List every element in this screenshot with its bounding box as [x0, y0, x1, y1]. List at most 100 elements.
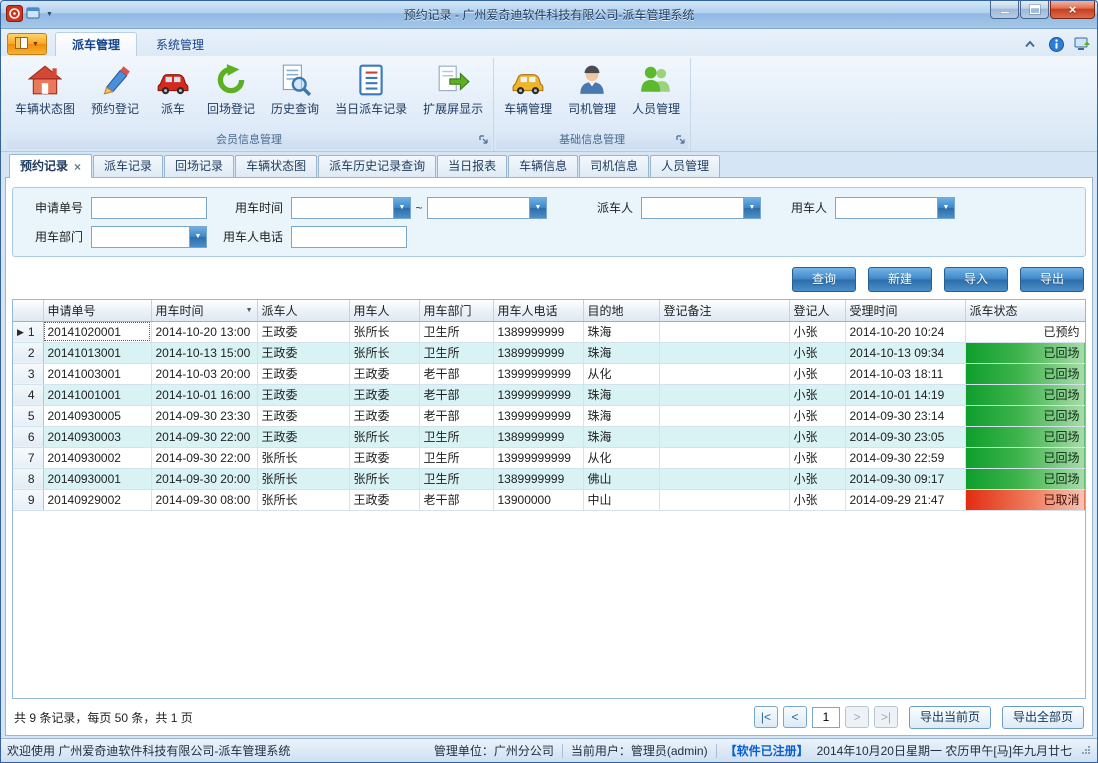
column-header[interactable]: 用车人 [349, 300, 419, 321]
apply-no-input[interactable] [91, 197, 207, 219]
table-cell[interactable] [659, 405, 789, 426]
table-cell[interactable]: 2014-09-30 08:00 [151, 489, 257, 510]
table-cell[interactable]: 张所长 [349, 342, 419, 363]
status-cell[interactable]: 已回场 [965, 447, 1085, 468]
status-cell[interactable]: 已回场 [965, 426, 1085, 447]
chevron-down-icon[interactable]: ▼ [529, 198, 546, 218]
chevron-down-icon[interactable]: ▼ [937, 198, 954, 218]
table-cell[interactable]: 1389999999 [493, 342, 583, 363]
column-header[interactable]: 用车时间▼ [151, 300, 257, 321]
phone-input[interactable] [291, 226, 407, 248]
status-cell[interactable]: 已回场 [965, 405, 1085, 426]
doc-tab[interactable]: 人员管理 [650, 155, 720, 177]
table-cell[interactable]: 卫生所 [419, 321, 493, 342]
table-cell[interactable]: 珠海 [583, 342, 659, 363]
table-cell[interactable]: 从化 [583, 363, 659, 384]
minimize-button[interactable] [990, 1, 1019, 19]
table-cell[interactable]: 张所长 [349, 321, 419, 342]
table-cell[interactable]: 王政委 [349, 447, 419, 468]
column-header[interactable]: 派车状态 [965, 300, 1085, 321]
table-cell[interactable]: 王政委 [349, 384, 419, 405]
table-cell[interactable]: 老干部 [419, 489, 493, 510]
doc-tab[interactable]: 车辆状态图 [235, 155, 317, 177]
table-cell[interactable]: 13999999999 [493, 405, 583, 426]
status-cell[interactable]: 已回场 [965, 342, 1085, 363]
prev-page-button[interactable]: < [783, 706, 807, 728]
table-cell[interactable]: 2014-10-20 10:24 [845, 321, 965, 342]
table-cell[interactable]: 2014-09-30 22:00 [151, 447, 257, 468]
table-cell[interactable]: 2014-10-01 14:19 [845, 384, 965, 405]
screen-switch-icon[interactable] [1073, 36, 1091, 52]
status-cell[interactable]: 已回场 [965, 384, 1085, 405]
ribbon-item[interactable]: 预约登记 [83, 58, 147, 119]
status-cell[interactable]: 已预约 [965, 321, 1085, 342]
close-icon[interactable]: × [74, 161, 81, 173]
export-all-pages-button[interactable]: 导出全部页 [1002, 706, 1084, 729]
group-dialog-launcher-icon[interactable] [478, 134, 489, 150]
table-cell[interactable]: 2014-09-30 23:05 [845, 426, 965, 447]
row-selector-cell[interactable]: 4 [13, 384, 43, 405]
import-button[interactable]: 导入 [944, 267, 1008, 292]
table-cell[interactable]: 2014-09-29 21:47 [845, 489, 965, 510]
table-cell[interactable] [659, 489, 789, 510]
table-cell[interactable]: 小张 [789, 405, 845, 426]
table-cell[interactable] [659, 363, 789, 384]
export-current-page-button[interactable]: 导出当前页 [909, 706, 991, 729]
info-icon[interactable] [1047, 36, 1065, 52]
table-cell[interactable]: 20140930001 [43, 468, 151, 489]
table-cell[interactable]: 13999999999 [493, 384, 583, 405]
table-cell[interactable]: 20140929002 [43, 489, 151, 510]
table-cell[interactable]: 卫生所 [419, 447, 493, 468]
table-cell[interactable]: 2014-10-01 16:00 [151, 384, 257, 405]
table-cell[interactable]: 2014-09-30 23:14 [845, 405, 965, 426]
table-cell[interactable]: 王政委 [349, 363, 419, 384]
page-number-input[interactable] [812, 707, 840, 728]
status-cell[interactable]: 已取消 [965, 489, 1085, 510]
column-header[interactable]: 派车人 [257, 300, 349, 321]
table-cell[interactable]: 小张 [789, 489, 845, 510]
table-cell[interactable]: 王政委 [257, 363, 349, 384]
first-page-button[interactable]: |< [754, 706, 778, 728]
passenger-dropdown[interactable]: ▼ [835, 197, 955, 219]
table-cell[interactable]: 珠海 [583, 405, 659, 426]
table-cell[interactable]: 小张 [789, 363, 845, 384]
table-cell[interactable] [659, 468, 789, 489]
table-cell[interactable]: 张所长 [349, 468, 419, 489]
export-button[interactable]: 导出 [1020, 267, 1084, 292]
table-cell[interactable]: 小张 [789, 426, 845, 447]
table-cell[interactable]: 王政委 [349, 489, 419, 510]
app-menu-button[interactable]: ▼ [7, 33, 47, 55]
column-header[interactable]: 目的地 [583, 300, 659, 321]
qat-window-icon[interactable] [26, 6, 41, 23]
query-button[interactable]: 查询 [792, 267, 856, 292]
table-cell[interactable]: 2014-10-03 20:00 [151, 363, 257, 384]
table-cell[interactable]: 王政委 [257, 384, 349, 405]
row-selector-cell[interactable]: 3 [13, 363, 43, 384]
table-cell[interactable]: 老干部 [419, 363, 493, 384]
table-cell[interactable]: 珠海 [583, 384, 659, 405]
doc-tab[interactable]: 派车记录 [93, 155, 163, 177]
table-cell[interactable]: 从化 [583, 447, 659, 468]
table-cell[interactable] [659, 342, 789, 363]
table-cell[interactable]: 老干部 [419, 384, 493, 405]
row-selector-header[interactable] [13, 300, 43, 321]
ribbon-item[interactable]: 扩展屏显示 [415, 58, 491, 119]
last-page-button[interactable]: >| [874, 706, 898, 728]
table-cell[interactable]: 13999999999 [493, 447, 583, 468]
ribbon-item[interactable]: 派车 [147, 58, 199, 119]
table-cell[interactable] [659, 384, 789, 405]
row-selector-cell[interactable]: 6 [13, 426, 43, 447]
doc-tab[interactable]: 预约记录× [9, 154, 92, 178]
table-cell[interactable]: 1389999999 [493, 426, 583, 447]
table-cell[interactable]: 王政委 [257, 342, 349, 363]
table-cell[interactable]: 卫生所 [419, 342, 493, 363]
table-cell[interactable]: 20140930005 [43, 405, 151, 426]
doc-tab[interactable]: 司机信息 [579, 155, 649, 177]
table-cell[interactable]: 2014-09-30 20:00 [151, 468, 257, 489]
sort-indicator-icon[interactable]: ▼ [246, 307, 253, 314]
table-cell[interactable]: 珠海 [583, 321, 659, 342]
row-selector-cell[interactable]: 7 [13, 447, 43, 468]
ribbon-item[interactable]: 历史查询 [263, 58, 327, 119]
table-cell[interactable]: 20141020001 [43, 321, 151, 342]
table-cell[interactable]: 珠海 [583, 426, 659, 447]
